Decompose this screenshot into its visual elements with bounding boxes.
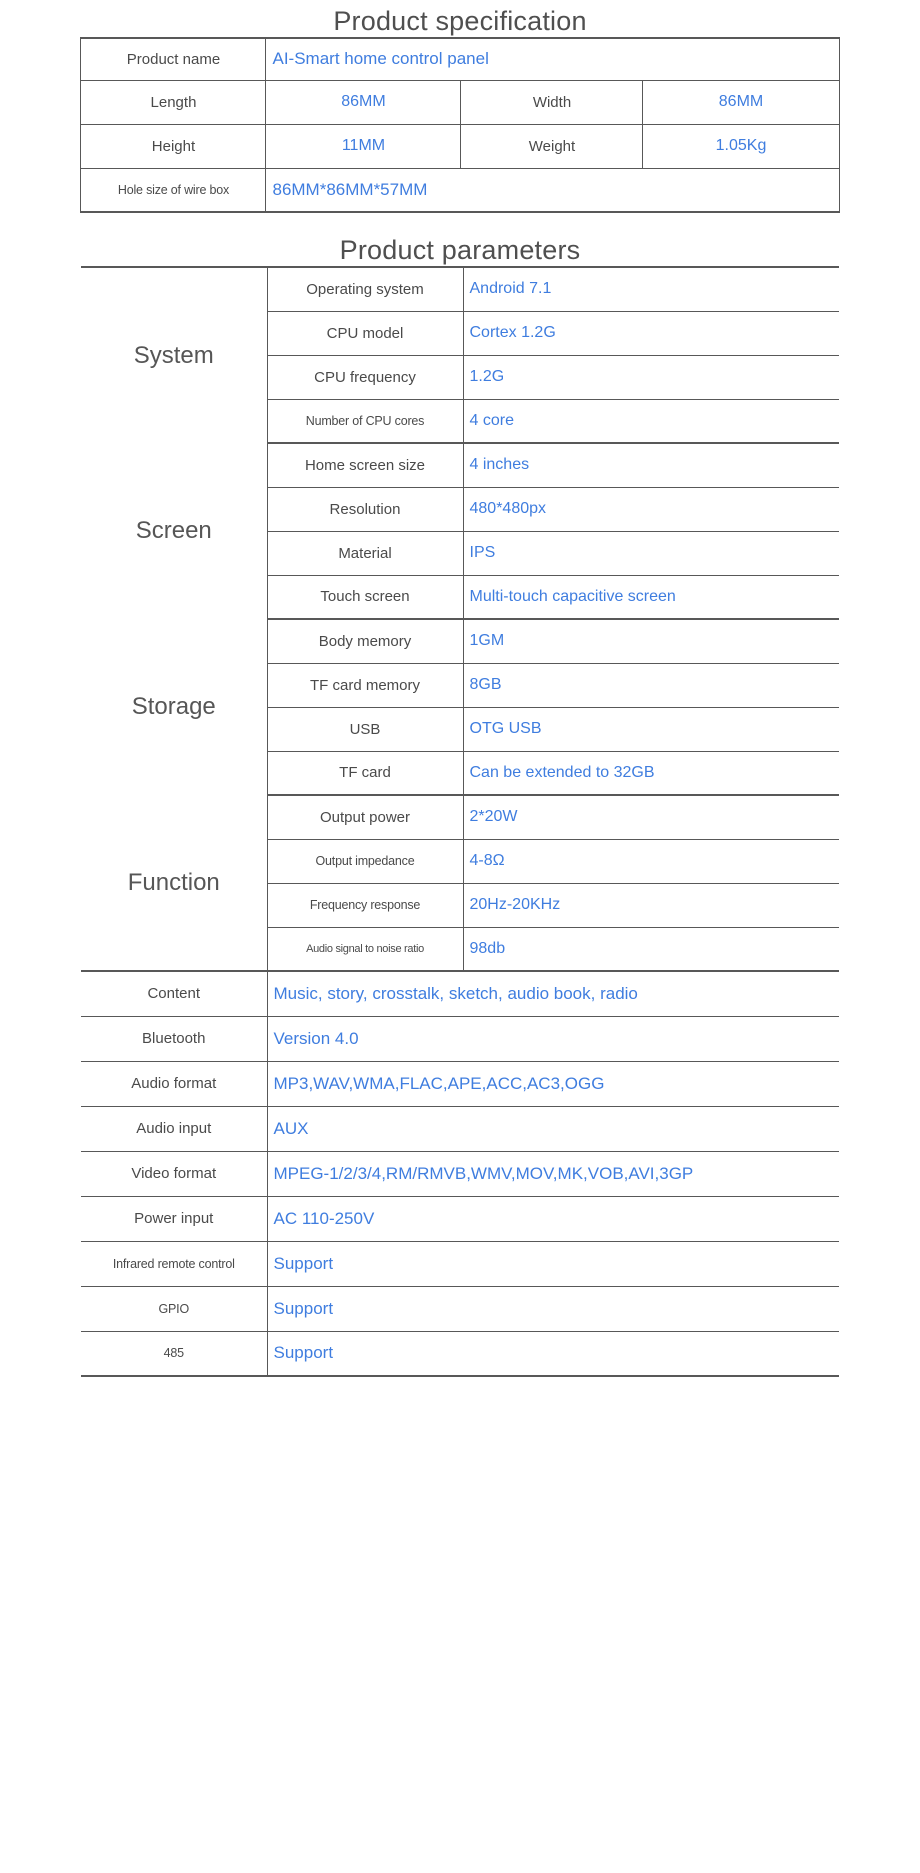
param-key-operating-system: Operating system	[266, 266, 464, 312]
param-value-resolution: 480*480px	[462, 486, 839, 532]
param-value-operating-system: Android 7.1	[462, 266, 839, 312]
param-group-system: System	[81, 266, 268, 443]
param-key-frequency-response: Frequency response	[266, 882, 464, 928]
spec-label-weight: Weight	[460, 123, 644, 169]
param-value-home-screen-size: 4 inches	[462, 442, 839, 488]
product-parameters-title: Product parameters	[339, 235, 581, 265]
param-value-audio-input: AUX	[266, 1105, 839, 1152]
param-value-tf-card-memory: 8GB	[462, 662, 839, 708]
param-key-power-input: Power input	[81, 1195, 268, 1242]
param-key-audio-format: Audio format	[81, 1060, 268, 1107]
param-key-gpio: GPIO	[81, 1285, 268, 1332]
spec-label-hole-size: Hole size of wire box	[80, 167, 267, 213]
param-value-cpu-frequency: 1.2G	[462, 354, 839, 400]
param-key-cpu-frequency: CPU frequency	[266, 354, 464, 400]
param-value-tf-card: Can be extended to 32GB	[462, 750, 839, 796]
table-row: Video format MPEG-1/2/3/4,RM/RMVB,WMV,MO…	[81, 1150, 839, 1197]
param-group-function: Function	[81, 795, 268, 972]
param-key-infrared-remote-control: Infrared remote control	[81, 1240, 268, 1287]
table-row: Screen Home screen size 4 inches	[81, 442, 839, 619]
param-key-audio-snr: Audio signal to noise ratio	[266, 926, 464, 972]
param-key-output-impedance: Output impedance	[266, 838, 464, 884]
param-value-frequency-response: 20Hz-20KHz	[462, 882, 839, 928]
table-row: Audio format MP3,WAV,WMA,FLAC,APE,ACC,AC…	[81, 1060, 839, 1107]
param-key-cpu-cores: Number of CPU cores	[266, 398, 464, 444]
param-value-material: IPS	[462, 530, 839, 576]
param-key-video-format: Video format	[81, 1150, 268, 1197]
param-value-audio-format: MP3,WAV,WMA,FLAC,APE,ACC,AC3,OGG	[266, 1060, 839, 1107]
param-value-audio-snr: 98db	[462, 926, 839, 972]
param-key-content: Content	[81, 970, 268, 1017]
spec-value-product-name: AI-Smart home control panel	[265, 37, 840, 81]
table-row: Content Music, story, crosstalk, sketch,…	[81, 970, 839, 1017]
product-spec-page: Product specification Product name AI-Sm…	[0, 0, 920, 1873]
param-value-bluetooth: Version 4.0	[266, 1015, 839, 1062]
param-value-output-power: 2*20W	[462, 794, 839, 840]
product-parameters-table: System Operating system Android 7.1 CPU …	[81, 266, 839, 1377]
param-key-tf-card: TF card	[266, 750, 464, 796]
spec-value-height: 11MM	[265, 123, 462, 169]
param-key-material: Material	[266, 530, 464, 576]
param-value-video-format: MPEG-1/2/3/4,RM/RMVB,WMV,MOV,MK,VOB,AVI,…	[266, 1150, 839, 1197]
param-value-gpio: Support	[266, 1285, 839, 1332]
param-key-cpu-model: CPU model	[266, 310, 464, 356]
product-specification-title: Product specification	[333, 6, 587, 36]
param-value-cpu-model: Cortex 1.2G	[462, 310, 839, 356]
table-row: Function Output power 2*20W	[81, 794, 839, 972]
table-row: Height 11MM Weight 1.05Kg	[80, 123, 840, 169]
param-value-touch-screen: Multi-touch capacitive screen	[462, 574, 839, 620]
param-value-content: Music, story, crosstalk, sketch, audio b…	[266, 970, 839, 1017]
table-row: Bluetooth Version 4.0	[81, 1015, 839, 1062]
param-value-485: Support	[266, 1330, 839, 1377]
table-row: GPIO Support	[81, 1285, 839, 1332]
param-value-infrared-remote-control: Support	[266, 1240, 839, 1287]
spec-label-width: Width	[460, 79, 644, 125]
spec-value-width: 86MM	[642, 79, 840, 125]
param-value-usb: OTG USB	[462, 706, 839, 752]
param-value-cpu-cores: 4 core	[462, 398, 839, 444]
param-key-output-power: Output power	[266, 794, 464, 840]
table-row: Infrared remote control Support	[81, 1240, 839, 1287]
table-row: Hole size of wire box 86MM*86MM*57MM	[80, 167, 840, 213]
param-key-tf-card-memory: TF card memory	[266, 662, 464, 708]
table-row: Power input AC 110-250V	[81, 1195, 839, 1242]
table-row: Product name AI-Smart home control panel	[80, 37, 840, 81]
table-row: Length 86MM Width 86MM	[80, 79, 840, 125]
param-key-resolution: Resolution	[266, 486, 464, 532]
param-value-output-impedance: 4-8Ω	[462, 838, 839, 884]
spec-label-length: Length	[80, 79, 267, 125]
table-row: 485 Support	[81, 1330, 839, 1377]
param-key-touch-screen: Touch screen	[266, 574, 464, 620]
param-group-screen: Screen	[81, 443, 268, 619]
table-row: System Operating system Android 7.1	[81, 266, 839, 443]
param-value-body-memory: 1GM	[462, 618, 839, 664]
param-key-audio-input: Audio input	[81, 1105, 268, 1152]
table-row: Audio input AUX	[81, 1105, 839, 1152]
param-key-body-memory: Body memory	[266, 618, 464, 664]
param-key-bluetooth: Bluetooth	[81, 1015, 268, 1062]
spec-value-length: 86MM	[265, 79, 462, 125]
param-group-storage: Storage	[81, 619, 268, 795]
table-row: Storage Body memory 1GM	[81, 618, 839, 795]
param-key-usb: USB	[266, 706, 464, 752]
param-key-home-screen-size: Home screen size	[266, 442, 464, 488]
spec-label-height: Height	[80, 123, 267, 169]
spec-value-hole-size: 86MM*86MM*57MM	[265, 167, 840, 213]
product-specification-table: Product name AI-Smart home control panel…	[80, 37, 840, 213]
spec-value-weight: 1.05Kg	[642, 123, 840, 169]
spec-label-product-name: Product name	[80, 37, 267, 81]
param-key-485: 485	[81, 1330, 268, 1377]
param-value-power-input: AC 110-250V	[266, 1195, 839, 1242]
